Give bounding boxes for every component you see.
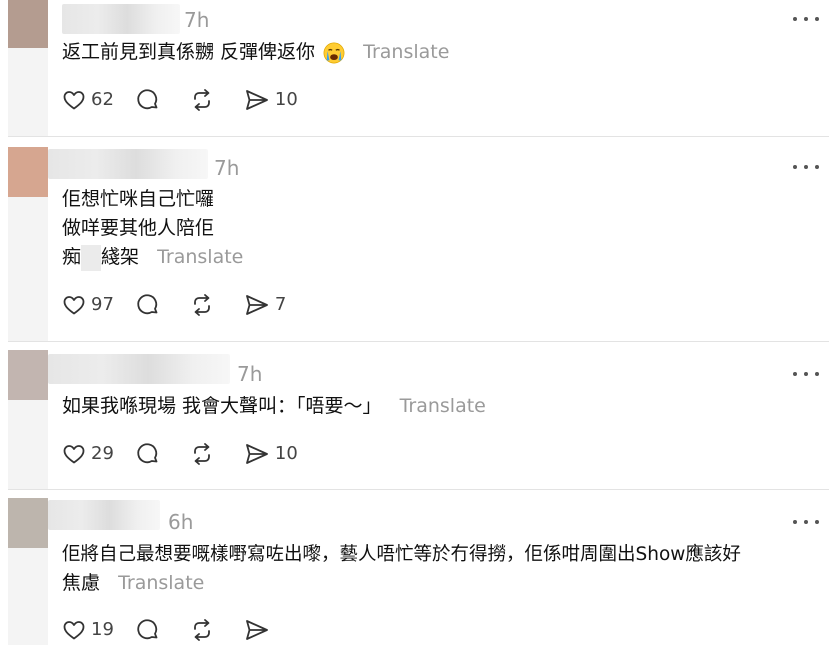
post-text-line: 佢想忙咪自己忙囉 (62, 188, 215, 210)
thread-line (8, 197, 48, 341)
avatar[interactable] (8, 147, 48, 197)
post-3: 7h 如果我喺現場 我會大聲叫：「唔要～」 Translate 29 10 (0, 342, 829, 490)
username-blurred[interactable] (48, 149, 208, 179)
repost-icon (194, 619, 210, 641)
share-count: 10 (274, 443, 298, 464)
avatar[interactable] (8, 350, 48, 400)
more-options-icon[interactable] (793, 162, 819, 172)
post-text-line: 如果我喺現場 我會大聲叫：「唔要～」 (62, 395, 382, 417)
post-text-line: 返工前見到真係嬲 反彈俾返你 (62, 41, 316, 63)
like-button[interactable]: 62 (62, 87, 114, 113)
like-count: 62 (91, 89, 114, 110)
heart-icon (63, 445, 85, 464)
share-button[interactable]: 10 (244, 441, 298, 467)
repost-icon (194, 443, 210, 465)
comment-icon (137, 619, 158, 640)
translate-link[interactable]: Translate (400, 395, 486, 417)
heart-icon (63, 91, 85, 110)
more-options-icon[interactable] (793, 369, 819, 379)
post-actions: 97 7 (62, 292, 308, 318)
repost-icon (194, 294, 210, 316)
post-text-line: 焦慮 (62, 572, 101, 594)
post-text: 佢想忙咪自己忙囉 做咩要其他人陪佢 痴綫架 Translate (62, 185, 819, 272)
repost-button[interactable] (190, 617, 214, 643)
username-blurred[interactable] (62, 4, 180, 34)
reply-button[interactable] (136, 87, 160, 113)
send-icon (246, 620, 268, 640)
post-text: 返工前見到真係嬲 反彈俾返你 Translate (62, 38, 819, 67)
send-icon (246, 295, 268, 315)
share-button[interactable] (244, 617, 275, 643)
reply-button[interactable] (136, 617, 160, 643)
post-text-line: 做咩要其他人陪佢 (62, 217, 215, 239)
repost-button[interactable] (190, 292, 214, 318)
reply-button[interactable] (136, 292, 160, 318)
post-1: 7h 返工前見到真係嬲 反彈俾返你 Translate 62 10 (0, 0, 829, 137)
like-count: 19 (91, 619, 114, 640)
repost-button[interactable] (190, 441, 214, 467)
share-count: 7 (274, 294, 287, 315)
post-actions: 29 10 (62, 441, 320, 467)
send-icon (246, 444, 268, 464)
avatar[interactable] (8, 0, 48, 48)
send-icon (246, 90, 268, 110)
translate-link[interactable]: Translate (157, 246, 243, 268)
post-text-line: 綫架 (101, 246, 140, 268)
timestamp: 7h (237, 362, 263, 386)
more-options-icon[interactable] (793, 14, 819, 24)
blurred-text (81, 244, 102, 271)
translate-link[interactable]: Translate (363, 41, 449, 63)
thread-line (8, 400, 48, 489)
heart-icon (63, 621, 85, 640)
post-2: 7h 佢想忙咪自己忙囉 做咩要其他人陪佢 痴綫架 Translate 97 7 (0, 137, 829, 342)
like-count: 29 (91, 443, 114, 464)
like-button[interactable]: 29 (62, 441, 114, 467)
avatar[interactable] (8, 498, 48, 548)
comment-icon (137, 443, 158, 464)
timestamp: 7h (214, 156, 240, 180)
thread-line (8, 548, 48, 645)
post-text-line: 佢將自己最想要嘅樣嘢寫咗出嚟，藝人唔忙等於冇得撈，佢係咁周圍出Show應該好 (62, 544, 741, 565)
timestamp: 7h (184, 8, 210, 32)
repost-icon (194, 89, 210, 111)
share-button[interactable]: 7 (244, 292, 286, 318)
heart-icon (63, 296, 85, 315)
like-button[interactable]: 19 (62, 617, 114, 643)
like-count: 97 (91, 294, 114, 315)
translate-link[interactable]: Translate (118, 572, 204, 594)
timestamp: 6h (168, 510, 194, 534)
more-options-icon[interactable] (793, 517, 819, 527)
thread-line (8, 48, 48, 136)
repost-button[interactable] (190, 87, 214, 113)
post-4: 6h 佢將自己最想要嘅樣嘢寫咗出嚟，藝人唔忙等於冇得撈，佢係咁周圍出Show應該… (0, 490, 829, 645)
share-button[interactable]: 10 (244, 87, 298, 113)
comment-icon (137, 294, 158, 315)
crying-face-emoji-icon (323, 42, 345, 63)
threads-feed: 7h 返工前見到真係嬲 反彈俾返你 Translate 62 10 7h 佢想忙… (0, 0, 829, 645)
post-text-line: 痴 (62, 246, 82, 268)
comment-icon (137, 89, 158, 110)
post-actions: 62 10 (62, 87, 320, 113)
share-count: 10 (274, 89, 298, 110)
like-button[interactable]: 97 (62, 292, 114, 318)
reply-button[interactable] (136, 441, 160, 467)
post-text: 如果我喺現場 我會大聲叫：「唔要～」 Translate (62, 392, 819, 421)
post-actions: 19 (62, 617, 297, 643)
username-blurred[interactable] (48, 354, 230, 384)
post-text: 佢將自己最想要嘅樣嘢寫咗出嚟，藝人唔忙等於冇得撈，佢係咁周圍出Show應該好 焦… (62, 540, 819, 598)
username-blurred[interactable] (48, 500, 160, 530)
